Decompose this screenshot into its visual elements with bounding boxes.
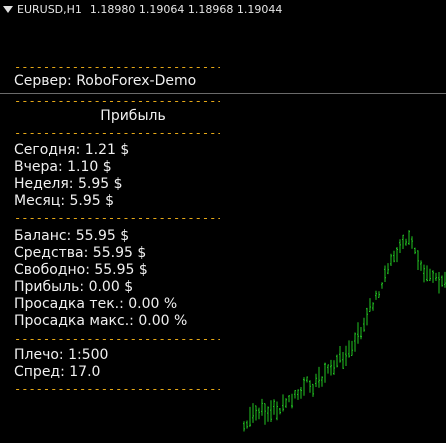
divider-line: ---------------------------------------- xyxy=(14,128,220,138)
divider-line: ---------------------------------------- xyxy=(14,384,220,394)
drawdown-current: Просадка тек.: 0.00 % xyxy=(14,296,178,312)
divider-line: ---------------------------------------- xyxy=(14,96,220,106)
separator xyxy=(0,93,446,94)
yesterday-profit: Вчера: 1.10 $ xyxy=(14,159,112,175)
leverage-value: Плечо: 1:500 xyxy=(14,347,109,363)
spread-value: Спред: 17.0 xyxy=(14,364,101,380)
ohlc-values: 1.18980 1.19064 1.18968 1.19044 xyxy=(89,2,283,16)
symbol-label: EURUSD,H1 xyxy=(17,2,82,16)
drawdown-max: Просадка макс.: 0.00 % xyxy=(14,313,188,329)
free-margin-value: Свободно: 55.95 $ xyxy=(14,262,148,278)
dropdown-triangle-icon[interactable] xyxy=(3,5,13,13)
terminal-chart-window: EURUSD,H1 1.18980 1.19064 1.18968 1.1904… xyxy=(0,0,446,443)
month-profit: Месяц: 5.95 $ xyxy=(14,193,115,209)
server-label: Сервер: RoboForex-Demo xyxy=(14,73,197,89)
divider-line: ---------------------------------------- xyxy=(14,62,220,72)
equity-value: Средства: 55.95 $ xyxy=(14,245,147,261)
profit-value: Прибыль: 0.00 $ xyxy=(14,279,134,295)
balance-value: Баланс: 55.95 $ xyxy=(14,228,130,244)
profit-header: Прибыль xyxy=(100,108,166,124)
symbol-bar: EURUSD,H1 1.18980 1.19064 1.18968 1.1904… xyxy=(0,0,282,18)
week-profit: Неделя: 5.95 $ xyxy=(14,176,123,192)
today-profit: Сегодня: 1.21 $ xyxy=(14,142,130,158)
divider-line: ---------------------------------------- xyxy=(14,334,220,344)
divider-line: ---------------------------------------- xyxy=(14,213,220,223)
